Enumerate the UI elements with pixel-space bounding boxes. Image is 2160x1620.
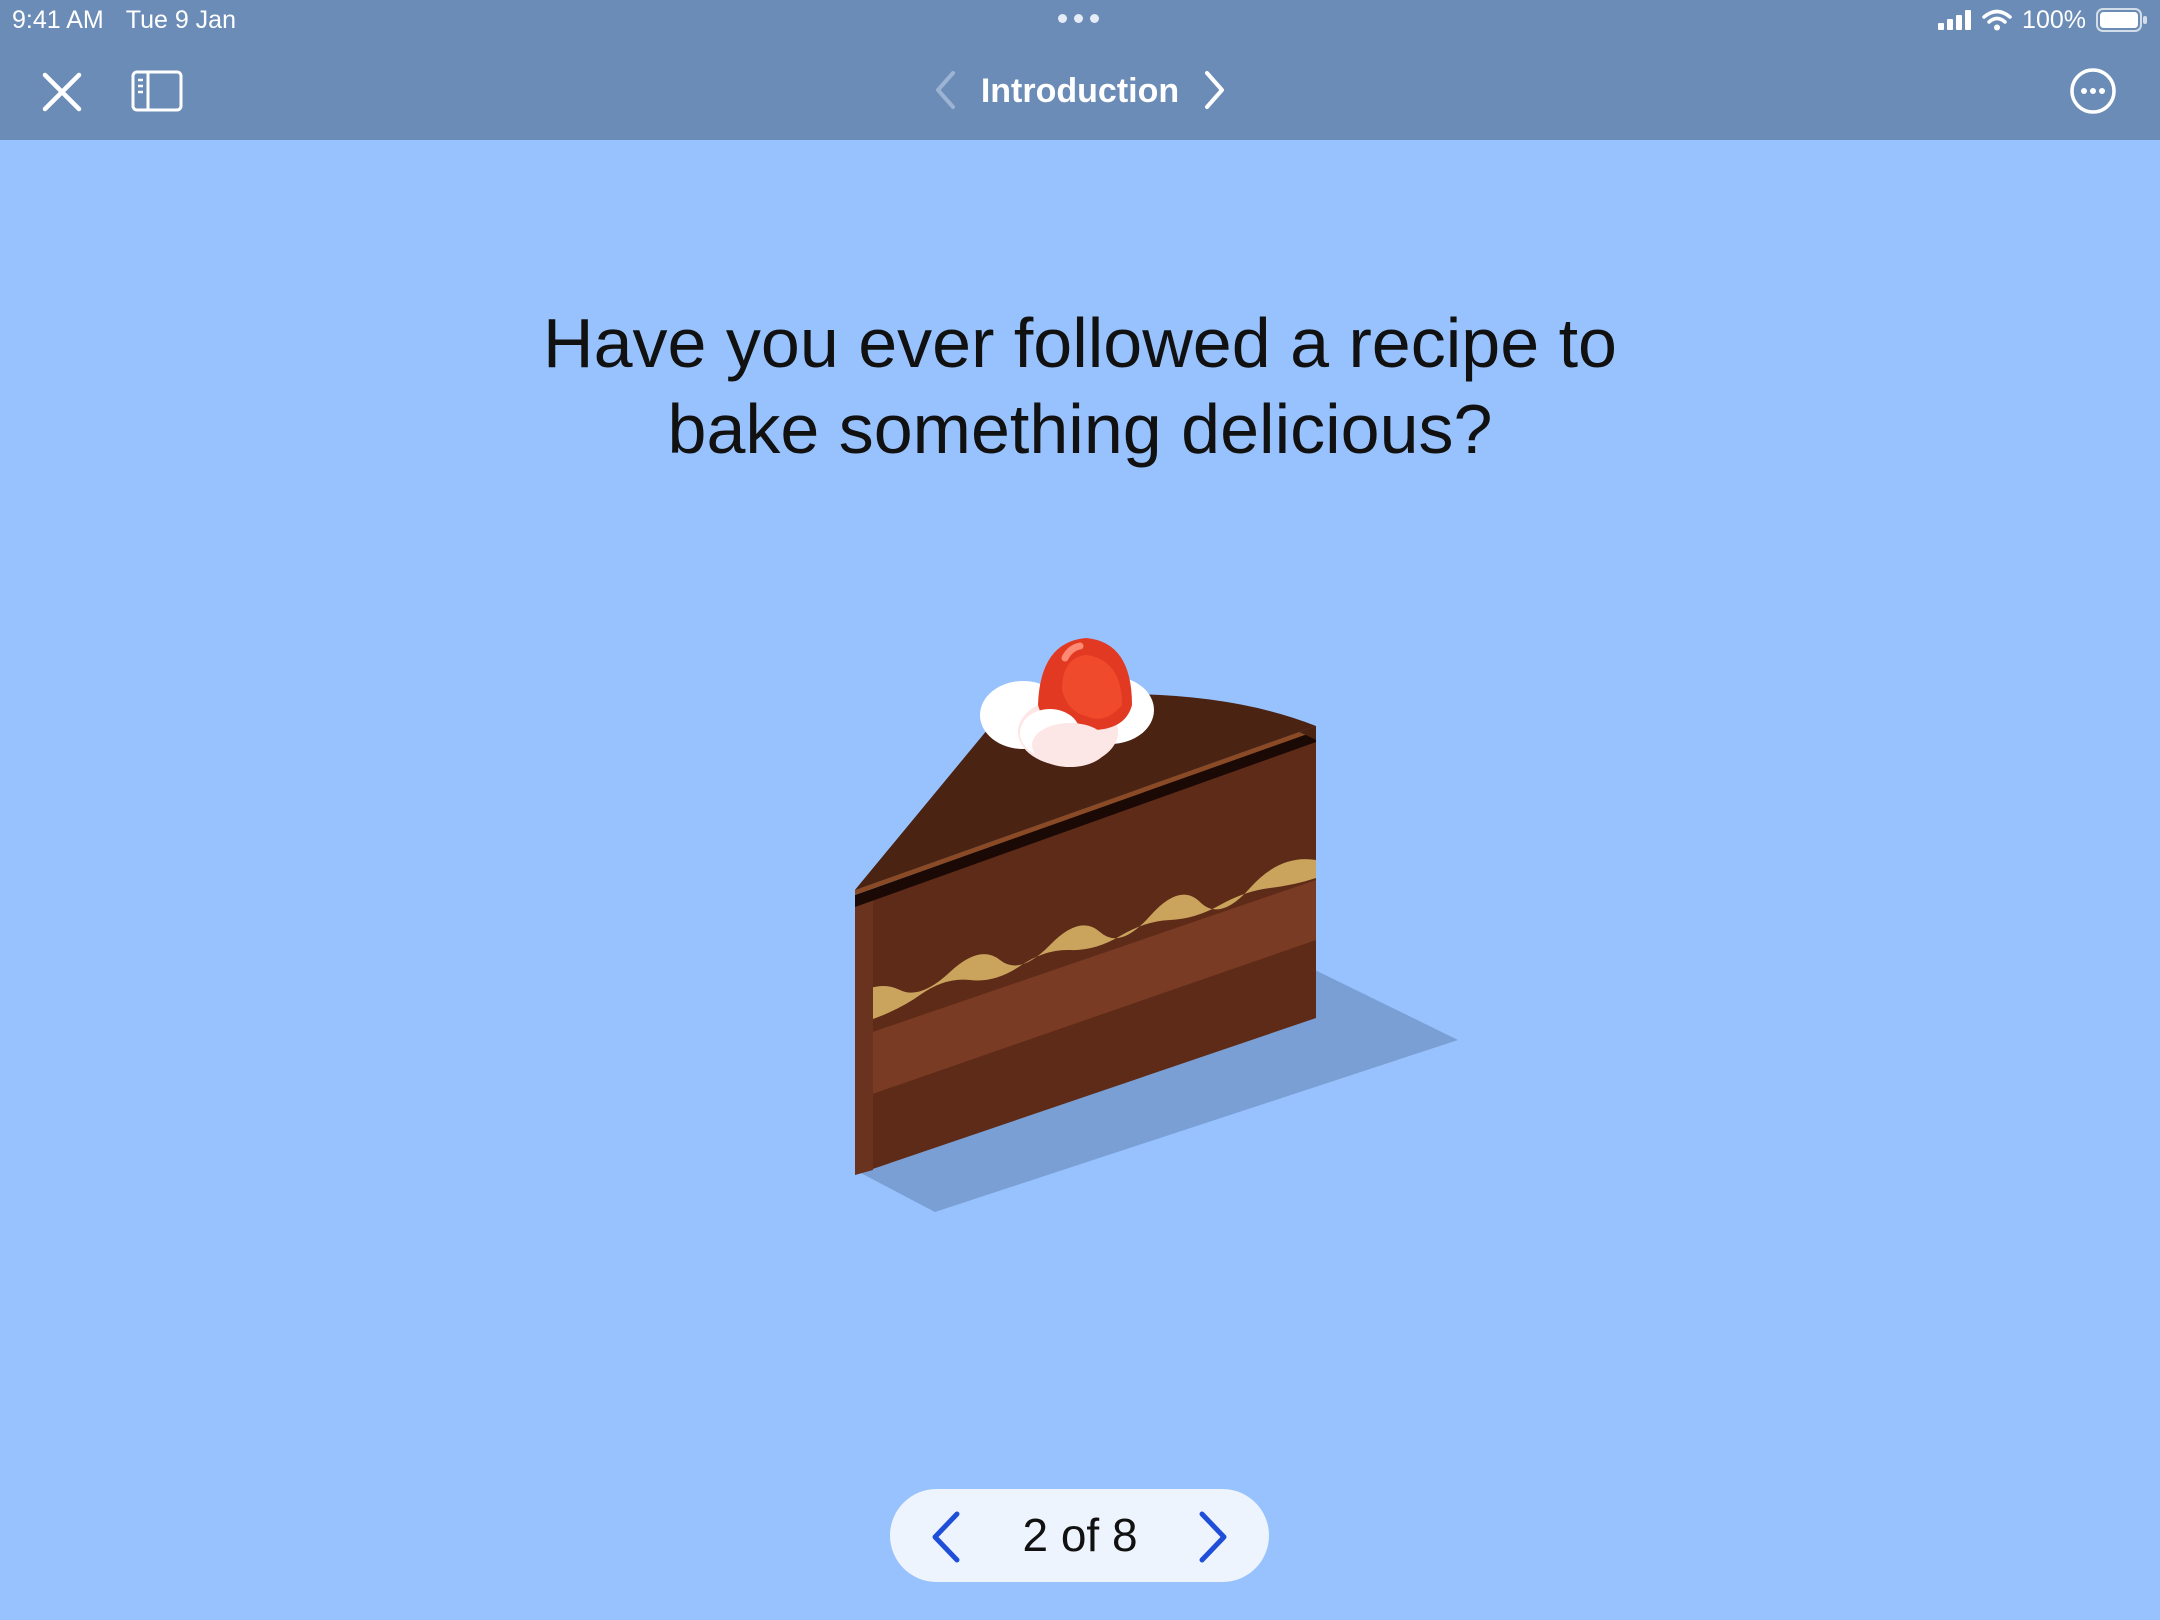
sidebar-toggle-button[interactable] [128, 66, 186, 116]
battery-percent: 100% [2022, 6, 2086, 34]
close-icon [42, 72, 82, 112]
next-chapter-button[interactable] [1198, 68, 1232, 112]
cake-slice-illustration [855, 638, 1458, 1212]
question-line-1: Have you ever followed a recipe to [543, 304, 1617, 382]
page-indicator: 2 of 8 [1022, 1509, 1138, 1561]
status-bar-left: 9:41 AM Tue 9 Jan [12, 0, 236, 40]
signal-icon [1938, 10, 1972, 30]
top-bar: 9:41 AM Tue 9 Jan 100% Introduction [0, 0, 2160, 140]
chevron-right-icon [1205, 71, 1224, 109]
status-bar-right: 100% [1938, 0, 2148, 40]
chapter-title: Introduction [980, 72, 1180, 110]
more-button[interactable] [2068, 66, 2118, 116]
close-button[interactable] [36, 66, 88, 118]
chevron-left-icon [932, 1511, 960, 1563]
next-page-button[interactable] [1183, 1507, 1243, 1567]
wifi-icon [1982, 9, 2012, 31]
previous-chapter-button[interactable] [928, 68, 962, 112]
sidebar-icon [131, 70, 183, 112]
question-text: Have you ever followed a recipe to bake … [480, 300, 1680, 472]
status-time: 9:41 AM [12, 6, 104, 34]
chevron-left-icon [936, 71, 955, 109]
more-icon [2070, 68, 2116, 114]
previous-page-button[interactable] [916, 1507, 976, 1567]
multitasking-dots-icon[interactable] [1058, 14, 1099, 23]
chevron-right-icon [1199, 1511, 1227, 1563]
page-navigator: 2 of 8 [890, 1489, 1269, 1582]
status-date: Tue 9 Jan [125, 6, 236, 34]
battery-icon [2096, 8, 2147, 32]
question-line-2: bake something delicious? [667, 390, 1493, 468]
